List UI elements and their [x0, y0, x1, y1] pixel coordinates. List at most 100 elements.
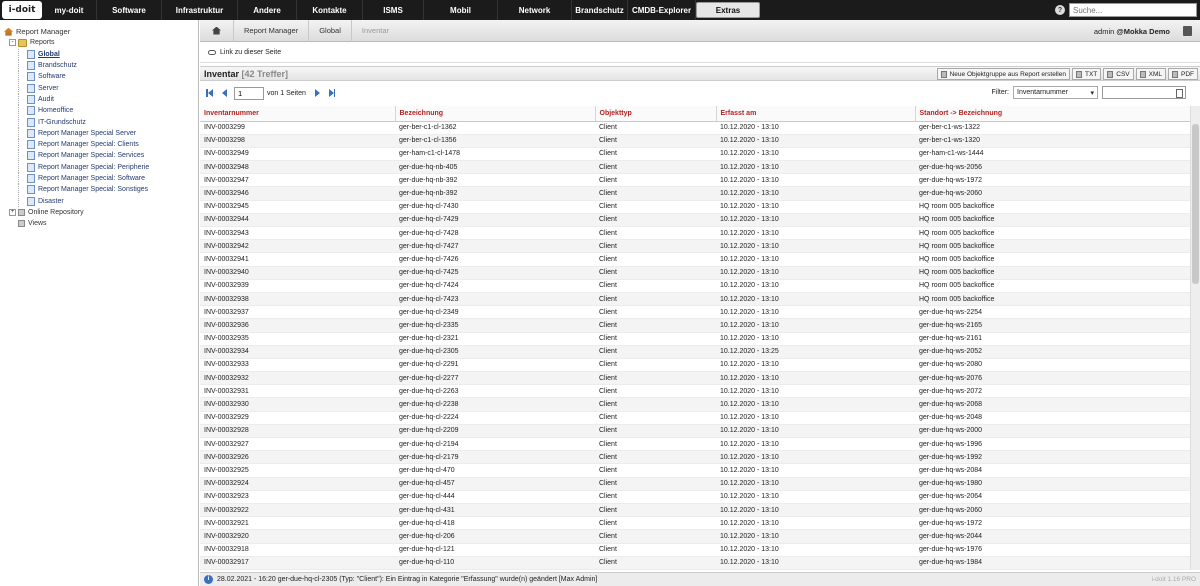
tree-item-server[interactable]: Server [4, 82, 198, 94]
table-row[interactable]: INV-00032945 ger-due-hq-cl-7430 Client 10.1… [200, 200, 1190, 214]
table-cell: Client [595, 411, 716, 425]
idoit-logo[interactable]: i-doit [2, 1, 42, 19]
expand-icon[interactable]: + [9, 208, 16, 216]
filter-field-select[interactable]: Inventarnummer ▾ [1013, 86, 1098, 99]
search-input[interactable] [1069, 3, 1197, 17]
tree-item-views[interactable]: Views [4, 218, 198, 229]
table-cell: INV-00032923 [200, 490, 395, 504]
tree-item-label: Software [38, 73, 66, 81]
new-object-group-button[interactable]: Neue Objektgruppe aus Report erstellen [936, 68, 1070, 80]
tree-item-homeoffice[interactable]: Homeoffice [4, 105, 198, 117]
table-cell: ger-due-hq-ws-1972 [915, 173, 1190, 188]
new-object-group-label: Neue Objektgruppe aus Report erstellen [949, 70, 1066, 78]
table-row[interactable]: INV-00032923 ger-due-hq-cl-444 Client 10.12… [200, 490, 1190, 504]
tree-item-audit[interactable]: Audit [4, 93, 198, 105]
table-row[interactable]: INV-00032937 ger-due-hq-cl-2349 Client 10.1… [200, 305, 1190, 320]
table-row[interactable]: INV-00032922 ger-due-hq-cl-431 Client 10.12… [200, 503, 1190, 518]
tree-item-global[interactable]: Global [4, 48, 198, 60]
export-xml-button[interactable]: XML [1135, 68, 1166, 80]
user-info[interactable]: admin @Mokka Demo [1094, 27, 1170, 36]
nav-item-extras[interactable]: Extras [696, 2, 760, 18]
tree-item-report-manager-special-peripherie[interactable]: Report Manager Special: Peripherie [4, 161, 198, 173]
table-row[interactable]: INV-00032935 ger-due-hq-cl-2321 Client 10.1… [200, 332, 1190, 346]
page-number-input[interactable] [234, 86, 264, 100]
table-row[interactable]: INV-00032949 ger-ham-c1-cl-1478 Client 10.1… [200, 147, 1190, 162]
logout-icon[interactable] [1183, 26, 1192, 36]
table-row[interactable]: INV-00032939 ger-due-hq-cl-7424 Client 10.1… [200, 279, 1190, 293]
first-page-icon[interactable] [206, 89, 214, 97]
table-row[interactable]: INV-00032926 ger-due-hq-cl-2179 Client 10.1… [200, 450, 1190, 465]
table-row[interactable]: INV-00032946 ger-due-hq-nb-392 Client 10.12… [200, 186, 1190, 201]
table-row[interactable]: INV-00032947 ger-due-hq-nb-392 Client 10.12… [200, 173, 1190, 188]
table-row[interactable]: INV-00032942 ger-due-hq-cl-7427 Client 10.1… [200, 239, 1190, 254]
column-header-standort-bezeichnung[interactable]: Standort -> Bezeichnung [915, 106, 1190, 122]
next-page-icon[interactable] [314, 89, 322, 97]
table-row[interactable]: INV-00032930 ger-due-hq-cl-2238 Client 10.1… [200, 397, 1190, 412]
table-row[interactable]: INV-00032918 ger-due-hq-cl-121 Client 10.12… [200, 543, 1190, 557]
table-row[interactable]: INV-00032931 ger-due-hq-cl-2263 Client 10.1… [200, 384, 1190, 399]
table-row[interactable]: INV-00032934 ger-due-hq-cl-2305 Client 10.1… [200, 345, 1190, 359]
table-row[interactable]: INV-00032924 ger-due-hq-cl-457 Client 10.12… [200, 477, 1190, 491]
export-pdf-button[interactable]: PDF [1168, 68, 1198, 80]
export-csv-button[interactable]: CSV [1103, 68, 1134, 80]
nav-item-mobil[interactable]: Mobil [424, 0, 498, 20]
table-cell: INV-00032920 [200, 529, 395, 544]
nav-item-software[interactable]: Software [97, 0, 162, 20]
tree-item-report-manager[interactable]: Report Manager [4, 26, 198, 37]
table-row[interactable]: INV-00032917 ger-due-hq-cl-110 Client 10.12… [200, 556, 1190, 570]
collapse-icon[interactable]: - [9, 39, 16, 47]
export-txt-button[interactable]: TXT [1071, 68, 1102, 80]
previous-page-icon[interactable] [220, 89, 228, 97]
tree-item-online-repository[interactable]: + Online Repository [4, 207, 198, 218]
table-row[interactable]: INV-00032921 ger-due-hq-cl-418 Client 10.12… [200, 516, 1190, 531]
breadcrumb-global[interactable]: Global [309, 19, 352, 42]
filter-input[interactable] [1102, 86, 1186, 99]
table-row[interactable]: INV-00032925 ger-due-hq-cl-470 Client 10.12… [200, 463, 1190, 478]
nav-item-isms[interactable]: ISMS [363, 0, 424, 20]
table-row[interactable]: INV-00032936 ger-due-hq-cl-2335 Client 10.1… [200, 318, 1190, 333]
tree-item-report-manager-special-services[interactable]: Report Manager Special: Services [4, 150, 198, 162]
table-row[interactable]: INV-00032943 ger-due-hq-cl-7428 Client 10.1… [200, 226, 1190, 241]
table-row[interactable]: INV-00032929 ger-due-hq-cl-2224 Client 10.1… [200, 411, 1190, 425]
tree-item-brandschutz[interactable]: Brandschutz [4, 60, 198, 72]
tree-item-software[interactable]: Software [4, 71, 198, 83]
table-scrollbar[interactable] [1190, 106, 1200, 570]
tree-item-report-manager-special-clients[interactable]: Report Manager Special: Clients [4, 139, 198, 151]
nav-item-andere[interactable]: Andere [238, 0, 297, 20]
table-row[interactable]: INV-00032927 ger-due-hq-cl-2194 Client 10.1… [200, 437, 1190, 452]
table-row[interactable]: INV-00032941 ger-due-hq-cl-7426 Client 10.1… [200, 252, 1190, 267]
last-page-icon[interactable] [328, 89, 336, 97]
table-row[interactable]: INV-0003299 ger-ber-c1-cl-1362 Client 10.12… [200, 121, 1190, 135]
column-header-bezeichnung[interactable]: Bezeichnung [395, 106, 596, 122]
table-row[interactable]: INV-00032944 ger-due-hq-cl-7429 Client 10.1… [200, 213, 1190, 228]
table-row[interactable]: INV-00032928 ger-due-hq-cl-2209 Client 10.1… [200, 424, 1190, 439]
nav-item-cmdb-explorer[interactable]: CMDB-Explorer [628, 0, 696, 20]
tree-item-disaster[interactable]: Disaster [4, 195, 198, 207]
column-header-objekttyp[interactable]: Objekttyp [595, 106, 717, 122]
table-row[interactable]: INV-00032932 ger-due-hq-cl-2277 Client 10.1… [200, 371, 1190, 386]
table-row[interactable]: INV-00032948 ger-due-hq-nb-405 Client 10.12… [200, 160, 1190, 175]
breadcrumb-home[interactable] [200, 19, 234, 42]
table-row[interactable]: INV-00032940 ger-due-hq-cl-7425 Client 10.1… [200, 266, 1190, 280]
table-row[interactable]: INV-0003298 ger-ber-c1-cl-1356 Client 10.12… [200, 134, 1190, 148]
help-icon[interactable]: ? [1055, 5, 1065, 15]
tree-item-report-manager-special-sonstiges[interactable]: Report Manager Special: Sonstiges [4, 184, 198, 196]
page-link[interactable]: Link zu dieser Seite [220, 49, 281, 56]
tree-item-it-grundschutz[interactable]: IT-Grundschutz [4, 116, 198, 128]
table-row[interactable]: INV-00032938 ger-due-hq-cl-7423 Client 10.1… [200, 292, 1190, 307]
tree-item-report-manager-special-software[interactable]: Report Manager Special: Software [4, 173, 198, 184]
column-header-inventarnummer[interactable]: Inventarnummer [200, 106, 396, 122]
nav-item-network[interactable]: Network [498, 0, 572, 20]
nav-item-brandschutz[interactable]: Brandschutz [572, 0, 628, 20]
nav-item-my-doit[interactable]: my-doit [42, 0, 97, 20]
column-header-erfasst-am[interactable]: Erfasst am [716, 106, 916, 122]
table-row[interactable]: INV-00032920 ger-due-hq-cl-206 Client 10.12… [200, 529, 1190, 544]
tree-item-report-manager-special-server[interactable]: Report Manager Special Server [4, 127, 198, 139]
table-row[interactable]: INV-00032933 ger-due-hq-cl-2291 Client 10.1… [200, 358, 1190, 373]
tree-item-reports[interactable]: - Reports [4, 37, 198, 48]
nav-item-kontakte[interactable]: Kontakte [297, 0, 363, 20]
nav-item-infrastruktur[interactable]: Infrastruktur [162, 0, 238, 20]
report-title-bar: Inventar [42 Treffer] Neue Objektgruppe … [200, 66, 1200, 81]
breadcrumb-report-manager[interactable]: Report Manager [234, 19, 310, 42]
scrollbar-thumb[interactable] [1192, 124, 1199, 284]
